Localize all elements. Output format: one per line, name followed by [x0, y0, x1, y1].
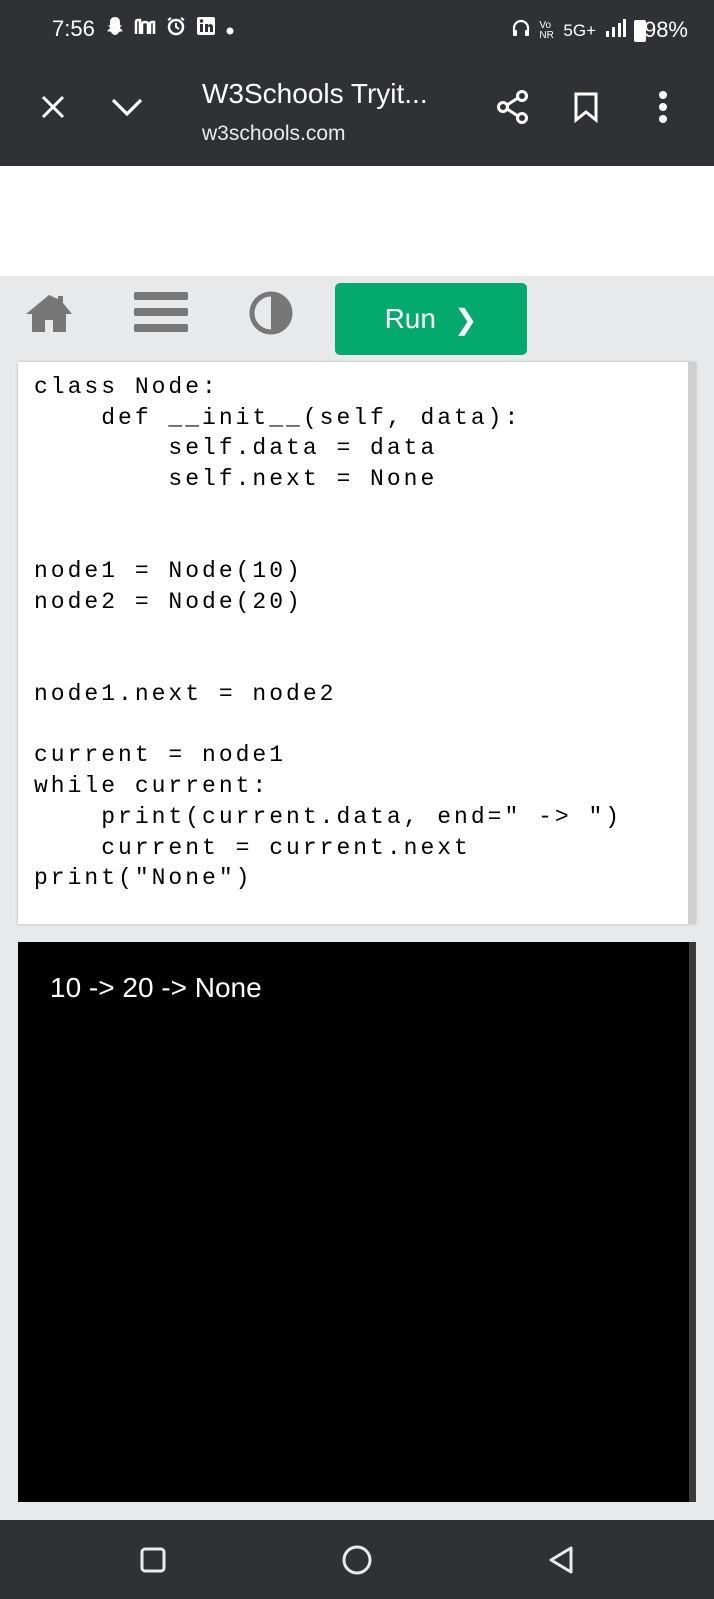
code-editor[interactable]: class Node: def __init__(self, data): se…: [18, 362, 696, 924]
run-label: Run: [384, 303, 436, 334]
volte-indicator: Vo NR: [539, 19, 554, 41]
output-panel: 10 -> 20 -> None: [18, 942, 696, 1502]
more-options-icon[interactable]: [640, 84, 686, 130]
dot-icon: [226, 18, 234, 41]
gmail-icon: [134, 17, 156, 41]
bookmark-icon[interactable]: [563, 84, 609, 130]
chevron-down-icon[interactable]: [104, 84, 150, 130]
code-text[interactable]: class Node: def __init__(self, data): se…: [34, 372, 622, 894]
notification-icons: [106, 16, 234, 42]
page-title: W3Schools Tryit...: [202, 78, 428, 109]
headphones-icon: [511, 18, 531, 43]
page-header-area: [0, 166, 714, 276]
alarm-icon: [166, 16, 186, 42]
network-type: 5G+: [563, 20, 596, 40]
status-bar: 7:56 Vo NR 5G+ 98%: [0, 0, 714, 60]
back-icon[interactable]: [541, 1540, 581, 1580]
editor-scrollbar[interactable]: [688, 362, 696, 924]
menu-icon[interactable]: [134, 290, 188, 339]
output-text: 10 -> 20 -> None: [50, 972, 262, 1003]
status-time: 7:56: [52, 16, 95, 41]
close-icon[interactable]: [30, 84, 76, 130]
output-scrollbar[interactable]: [689, 942, 696, 1502]
navigation-bar: [0, 1520, 714, 1599]
home-icon[interactable]: [24, 292, 74, 339]
page-url: w3schools.com: [202, 122, 346, 145]
chevron-right-icon: ❯: [453, 303, 478, 335]
signal-icon: [604, 18, 626, 43]
snapchat-icon: [106, 16, 124, 42]
linkedin-icon: [196, 16, 216, 42]
custom-tab-toolbar: W3Schools Tryit... w3schools.com: [0, 60, 714, 166]
recents-icon[interactable]: [133, 1540, 173, 1580]
system-status: Vo NR 5G+: [511, 18, 646, 43]
home-button-icon[interactable]: [337, 1540, 377, 1580]
run-button[interactable]: Run ❯: [335, 283, 527, 355]
share-icon[interactable]: [490, 84, 536, 130]
battery-level: 98%: [643, 17, 688, 42]
theme-toggle-icon[interactable]: [248, 290, 294, 341]
